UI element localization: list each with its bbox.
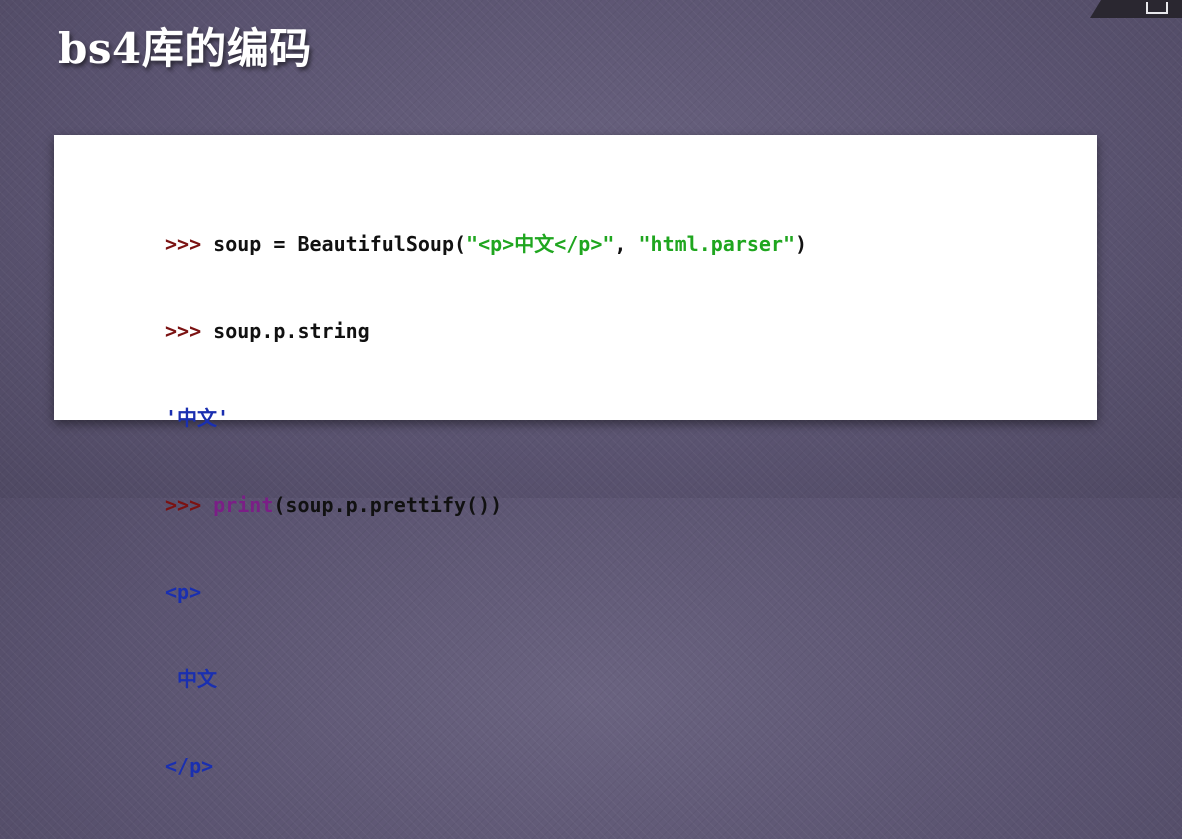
prompt: >>> [165, 319, 202, 343]
prompt: >>> [165, 232, 202, 256]
code-line-2: >>> soup.p.string [165, 317, 807, 346]
output-text: <p> [165, 580, 202, 604]
code-line-3: '中文' [165, 404, 807, 433]
corner-logo [1090, 0, 1182, 18]
slide-title: bs4库的编码 [58, 24, 312, 73]
code-line-5: <p> [165, 578, 807, 607]
keyword: print [213, 493, 274, 517]
string-literal: "html.parser" [638, 232, 796, 256]
output-text: 中文 [165, 667, 218, 691]
code-line-7: </p> [165, 752, 807, 781]
code-text: soup.p.string [201, 319, 370, 343]
logo-icon [1146, 2, 1168, 14]
code-panel: >>> soup = BeautifulSoup("<p>中文</p>", "h… [54, 135, 1097, 778]
output-text: '中文' [165, 406, 230, 430]
prompt: >>> [165, 493, 202, 517]
output-text: </p> [165, 754, 214, 778]
code-text: soup = BeautifulSoup( [201, 232, 467, 256]
code-text: , [614, 232, 639, 256]
code-line-1: >>> soup = BeautifulSoup("<p>中文</p>", "h… [165, 230, 807, 259]
code-line-6: 中文 [165, 665, 807, 694]
code-text: (soup.p.prettify()) [273, 493, 503, 517]
code-text: ) [795, 232, 808, 256]
string-literal: "<p>中文</p>" [466, 232, 615, 256]
code-block: >>> soup = BeautifulSoup("<p>中文</p>", "h… [165, 172, 807, 839]
code-line-4: >>> print(soup.p.prettify()) [165, 491, 807, 520]
